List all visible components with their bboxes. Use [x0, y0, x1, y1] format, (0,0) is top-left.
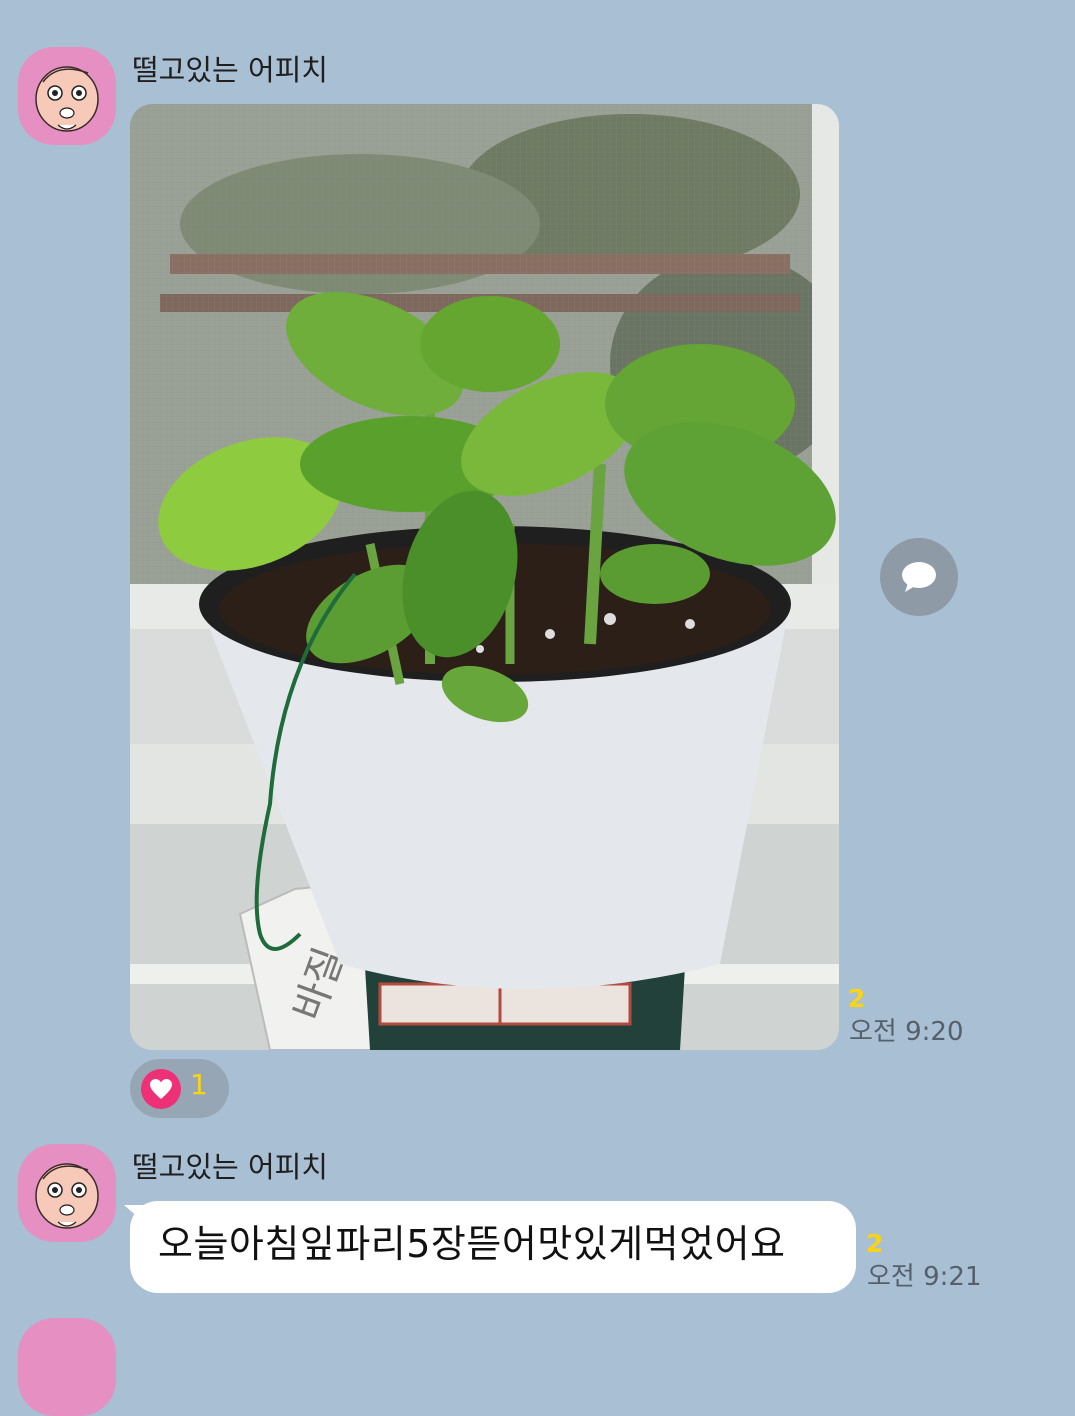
sender-name: 떨고있는 어피치 — [132, 53, 328, 87]
unread-count: 2 — [848, 984, 866, 1013]
message-time: 오전 9:20 — [849, 1017, 964, 1047]
text-message-bubble[interactable]: 오늘아침잎파리5장뜯어맛있게먹었어요 — [130, 1201, 856, 1293]
share-button[interactable] — [880, 538, 958, 616]
sender-avatar[interactable] — [18, 47, 116, 145]
sender-name: 떨고있는 어피치 — [132, 1150, 328, 1184]
photo-message-basil-plant[interactable]: 바질 — [130, 104, 839, 1050]
sender-avatar[interactable] — [18, 1144, 116, 1242]
reaction-count: 1 — [190, 1068, 208, 1101]
reaction-badge[interactable]: 1 — [130, 1059, 229, 1118]
message-text: 오늘아침잎파리5장뜯어맛있게먹었어요 — [158, 1222, 786, 1266]
speech-bubble-icon — [902, 562, 936, 592]
heart-icon — [141, 1069, 181, 1109]
unread-count: 2 — [866, 1229, 884, 1258]
message-time: 오전 9:21 — [867, 1262, 982, 1292]
sender-avatar-partial[interactable] — [18, 1318, 116, 1416]
